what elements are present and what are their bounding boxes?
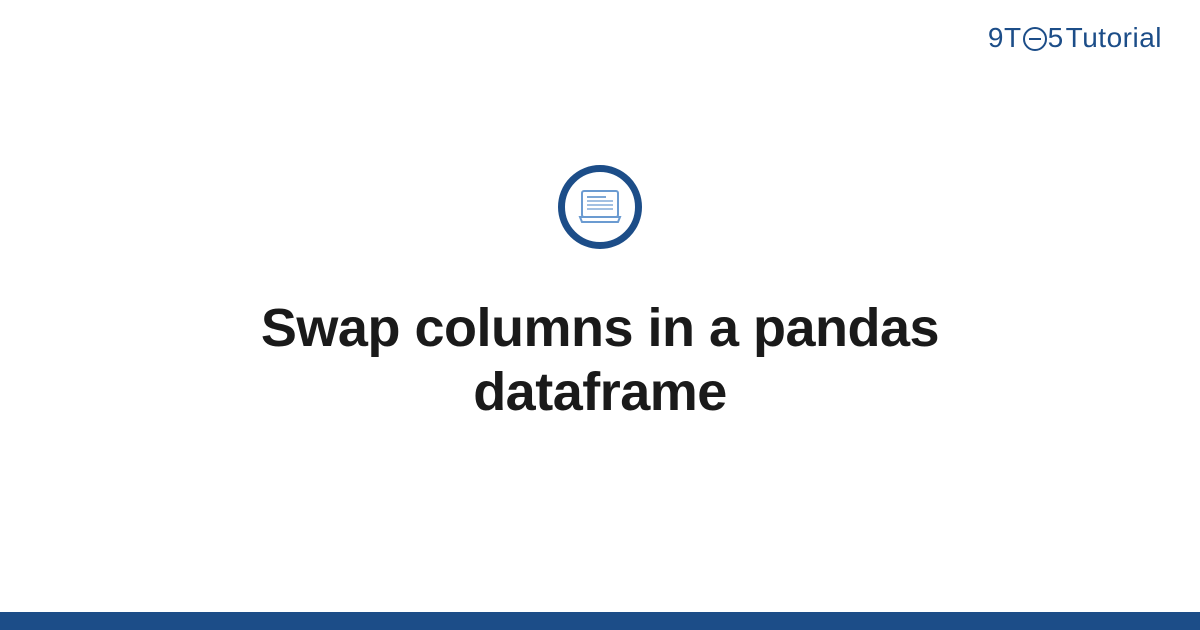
footer-accent-bar: [0, 612, 1200, 630]
page-title: Swap columns in a pandas dataframe: [150, 297, 1050, 424]
laptop-icon: [578, 189, 622, 225]
main-content: Swap columns in a pandas dataframe: [0, 0, 1200, 630]
tutorial-icon-circle: [558, 165, 642, 249]
